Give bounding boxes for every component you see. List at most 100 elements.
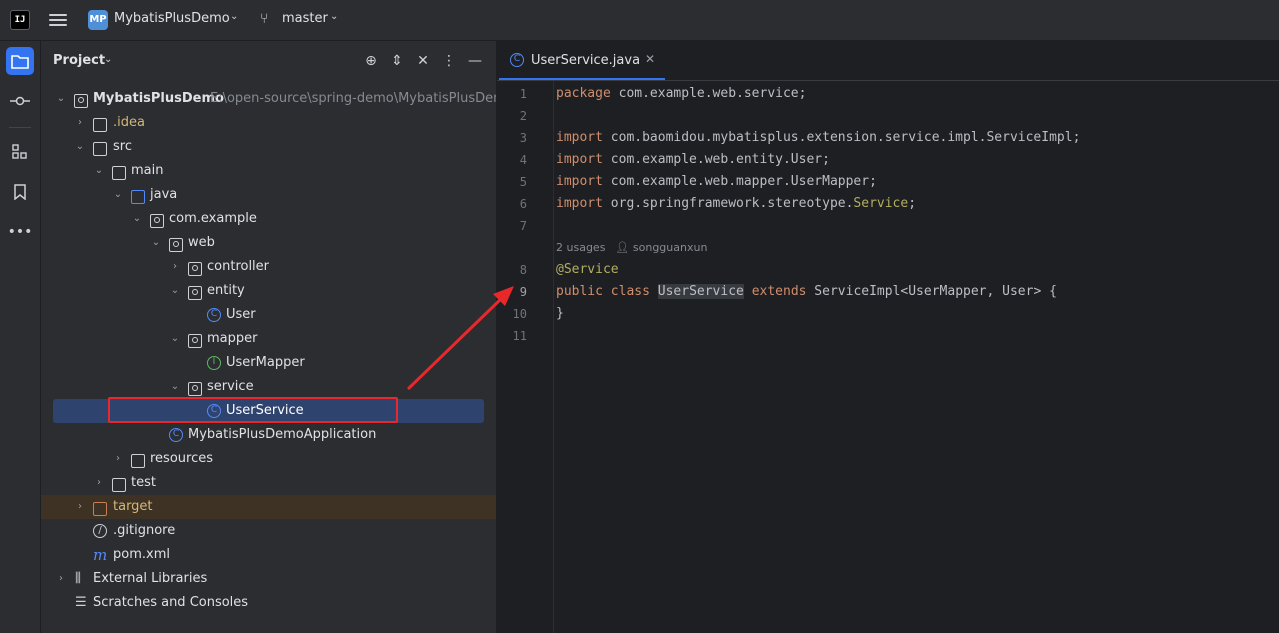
tree-label: .idea xyxy=(113,115,145,130)
code-line-6: import org.springframework.stereotype.Se… xyxy=(556,196,917,211)
resources-folder-icon xyxy=(131,454,145,468)
chevron-down-icon[interactable]: ⌄ xyxy=(55,87,67,111)
tree-item-target[interactable]: › target xyxy=(41,495,496,519)
code-line-5: import com.example.web.mapper.UserMapper… xyxy=(556,174,877,189)
intellij-logo-icon[interactable]: IJ xyxy=(10,10,30,30)
code-editor: C UserService.java ✕ 1 2 3 4 5 6 7 8 9 1… xyxy=(497,41,1279,633)
tree-item-external-libraries[interactable]: › ⫼ External Libraries xyxy=(41,567,496,591)
line-number: 10 xyxy=(512,307,527,321)
close-icon[interactable]: ✕ xyxy=(645,52,655,66)
tree-label: pom.xml xyxy=(113,547,170,562)
line-number: 9 xyxy=(519,285,527,299)
package-icon xyxy=(188,382,202,396)
bookmark-icon[interactable] xyxy=(6,178,34,206)
usages-hint[interactable]: 2 usages xyxy=(556,241,605,254)
chevron-right-icon[interactable]: › xyxy=(74,111,86,135)
tree-label: UserMapper xyxy=(226,355,305,370)
project-view-title[interactable]: Project xyxy=(53,53,105,68)
excluded-folder-icon xyxy=(93,502,107,516)
tree-item-scratches[interactable]: ☰ Scratches and Consoles xyxy=(41,591,496,615)
project-panel-header: Project ⌄ ⊕ ⇕ ✕ ⋮ — xyxy=(41,41,496,81)
divider xyxy=(9,127,31,128)
package-icon xyxy=(169,238,183,252)
tree-label: MybatisPlusDemoApplication xyxy=(188,427,377,442)
tree-item-root[interactable]: ⌄ MybatisPlusDemo E:\open-source\spring-… xyxy=(41,87,496,111)
tree-item-mapper[interactable]: ⌄ mapper xyxy=(41,327,496,351)
tree-item-test[interactable]: › test xyxy=(41,471,496,495)
chevron-right-icon[interactable]: › xyxy=(74,495,86,519)
tree-label: web xyxy=(188,235,215,250)
tree-label: External Libraries xyxy=(93,571,208,586)
git-branch-icon[interactable]: ⑂ xyxy=(260,11,268,27)
tree-item-service[interactable]: ⌄ service xyxy=(41,375,496,399)
package-icon xyxy=(188,262,202,276)
line-number: 7 xyxy=(519,219,527,233)
chevron-down-icon[interactable]: ⌄ xyxy=(330,11,338,22)
tree-item-main[interactable]: ⌄ main xyxy=(41,159,496,183)
tree-item-controller[interactable]: › controller xyxy=(41,255,496,279)
package-icon xyxy=(188,334,202,348)
package-icon xyxy=(188,286,202,300)
main-menu-icon[interactable] xyxy=(49,11,67,27)
commit-icon[interactable] xyxy=(6,87,34,115)
chevron-right-icon[interactable]: › xyxy=(55,567,67,591)
options-menu-icon[interactable]: ⋮ xyxy=(439,51,459,71)
tree-label: com.example xyxy=(169,211,257,226)
project-badge[interactable]: MP xyxy=(88,10,108,30)
scratches-icon: ☰ xyxy=(75,595,87,610)
editor-tab-bar: C UserService.java ✕ xyxy=(497,41,1279,81)
tree-item-src[interactable]: ⌄ src xyxy=(41,135,496,159)
tree-item-web[interactable]: ⌄ web xyxy=(41,231,496,255)
tree-label: test xyxy=(131,475,156,490)
code-line-3: import com.baomidou.mybatisplus.extensio… xyxy=(556,130,1081,145)
code-line-9: public class UserService extends Service… xyxy=(556,284,1057,299)
chevron-down-icon[interactable]: ⌄ xyxy=(104,54,112,65)
code-vision-hint[interactable]: 2 usages 👤︎ songguanxun xyxy=(556,237,707,259)
chevron-down-icon[interactable]: ⌄ xyxy=(169,279,181,303)
select-opened-file-icon[interactable]: ⊕ xyxy=(361,51,381,71)
tree-item-application[interactable]: C MybatisPlusDemoApplication xyxy=(41,423,496,447)
tree-item-java[interactable]: ⌄ java xyxy=(41,183,496,207)
tree-item-idea[interactable]: › .idea xyxy=(41,111,496,135)
hide-panel-icon[interactable]: — xyxy=(465,51,485,71)
line-number: 3 xyxy=(519,131,527,145)
expand-all-icon[interactable]: ⇕ xyxy=(387,51,407,71)
tree-item-user-mapper[interactable]: I UserMapper xyxy=(41,351,496,375)
chevron-down-icon[interactable]: ⌄ xyxy=(150,231,162,255)
tree-item-resources[interactable]: › resources xyxy=(41,447,496,471)
chevron-down-icon[interactable]: ⌄ xyxy=(169,327,181,351)
author-hint[interactable]: songguanxun xyxy=(633,241,708,254)
collapse-all-icon[interactable]: ✕ xyxy=(413,51,433,71)
chevron-down-icon[interactable]: ⌄ xyxy=(74,135,86,159)
project-folder-icon[interactable] xyxy=(6,47,34,75)
author-icon: 👤︎ xyxy=(615,241,630,254)
project-path: E:\open-source\spring-demo\MybatisPlusDe… xyxy=(210,91,496,106)
folder-icon xyxy=(93,118,107,132)
folder-icon xyxy=(112,478,126,492)
tree-item-gitignore[interactable]: / .gitignore xyxy=(41,519,496,543)
structure-icon[interactable] xyxy=(6,138,34,166)
line-number: 4 xyxy=(519,153,527,167)
line-number: 1 xyxy=(519,87,527,101)
tree-label: service xyxy=(207,379,254,394)
more-tools-icon[interactable]: ••• xyxy=(6,218,34,246)
chevron-right-icon[interactable]: › xyxy=(112,447,124,471)
chevron-down-icon[interactable]: ⌄ xyxy=(112,183,124,207)
tab-user-service[interactable]: C UserService.java ✕ xyxy=(499,41,665,80)
chevron-down-icon[interactable]: ⌄ xyxy=(131,207,143,231)
branch-selector[interactable]: master xyxy=(282,11,328,26)
chevron-down-icon[interactable]: ⌄ xyxy=(230,11,238,22)
chevron-right-icon[interactable]: › xyxy=(93,471,105,495)
chevron-down-icon[interactable]: ⌄ xyxy=(169,375,181,399)
tree-item-entity[interactable]: ⌄ entity xyxy=(41,279,496,303)
chevron-down-icon[interactable]: ⌄ xyxy=(93,159,105,183)
tree-item-pom[interactable]: m pom.xml xyxy=(41,543,496,567)
tree-item-user[interactable]: C User xyxy=(41,303,496,327)
tree-label: main xyxy=(131,163,164,178)
tree-label: User xyxy=(226,307,256,322)
tree-item-com-example[interactable]: ⌄ com.example xyxy=(41,207,496,231)
tree-label: java xyxy=(150,187,178,202)
chevron-right-icon[interactable]: › xyxy=(169,255,181,279)
ignore-file-icon: / xyxy=(93,524,107,538)
project-selector[interactable]: MybatisPlusDemo xyxy=(114,11,230,26)
